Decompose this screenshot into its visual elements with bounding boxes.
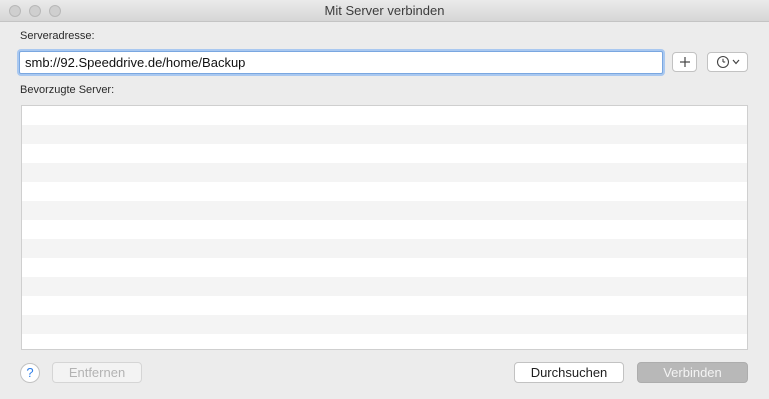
server-address-input[interactable]	[19, 51, 663, 74]
list-row	[22, 334, 747, 349]
add-favorite-button[interactable]	[672, 52, 697, 72]
list-row	[22, 220, 747, 239]
list-row	[22, 125, 747, 144]
remove-button[interactable]: Entfernen	[52, 362, 142, 383]
chevron-down-icon	[732, 59, 739, 65]
clock-icon	[716, 55, 729, 69]
list-row	[22, 106, 747, 125]
list-row	[22, 239, 747, 258]
list-row	[22, 277, 747, 296]
list-row	[22, 144, 747, 163]
title-bar: Mit Server verbinden	[0, 0, 769, 22]
window-title: Mit Server verbinden	[324, 3, 445, 18]
connect-button[interactable]: Verbinden	[637, 362, 748, 383]
list-row	[22, 201, 747, 220]
recent-servers-button[interactable]	[707, 52, 748, 72]
plus-icon	[679, 57, 690, 67]
list-row	[22, 315, 747, 334]
list-row	[22, 182, 747, 201]
list-row	[22, 258, 747, 277]
browse-button[interactable]: Durchsuchen	[514, 362, 624, 383]
server-address-label: Serveradresse:	[20, 30, 95, 42]
help-button[interactable]: ?	[20, 363, 40, 383]
list-row	[22, 296, 747, 315]
list-row	[22, 163, 747, 182]
connect-to-server-window: Mit Server verbinden Serveradresse: Bevo…	[0, 0, 769, 399]
favorite-servers-list[interactable]	[21, 105, 748, 350]
favorite-servers-label: Bevorzugte Server:	[20, 84, 115, 96]
